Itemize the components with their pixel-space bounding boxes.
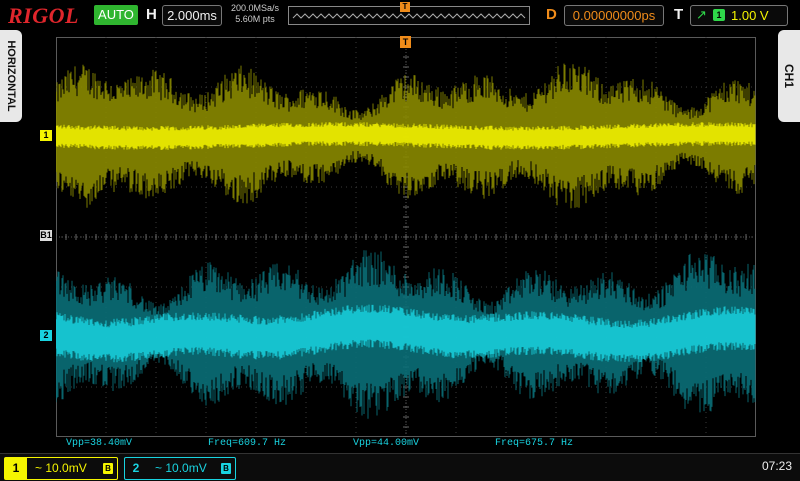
waveform-display[interactable]: [56, 37, 756, 437]
memory-trigger-marker: T: [400, 2, 410, 12]
ch1-number: 1: [5, 458, 27, 479]
bus1-marker[interactable]: B1: [40, 230, 52, 241]
ch2-waveform: [56, 250, 756, 419]
horizontal-tab-label: HORIZONTAL: [5, 40, 17, 112]
trigger-level: 1.00 V: [731, 8, 769, 23]
top-status-bar: RIGOL AUTO H 2.000ms 200.0MSa/s 5.60M pt…: [0, 0, 800, 30]
run-status-badge[interactable]: AUTO: [94, 5, 138, 25]
ch1-offset-marker[interactable]: 1: [40, 130, 52, 141]
trigger-position-marker[interactable]: T: [400, 36, 411, 48]
trigger-label: T: [674, 6, 684, 23]
measurement-ch1-freq: Freq=609.7 Hz: [208, 438, 287, 449]
bottom-status-bar: 1 ~ 10.0mV B 2 ~ 10.0mV B 07:23: [0, 453, 800, 481]
ch1-scale: ~ 10.0mV: [35, 461, 87, 475]
timebase-value[interactable]: 2.000ms: [162, 5, 222, 26]
measurement-ch2-vpp: Vpp=44.00mV: [353, 438, 420, 449]
ch1-tab-label: CH1: [782, 63, 796, 89]
ch1-menu-tab[interactable]: CH1: [778, 30, 800, 122]
system-clock: 07:23: [761, 459, 792, 473]
brand-logo: RIGOL: [8, 3, 79, 28]
ch1-waveform: [56, 63, 756, 209]
delay-value[interactable]: 0.00000000ps: [564, 5, 664, 26]
trigger-settings[interactable]: ↗ 1 1.00 V: [690, 5, 788, 26]
ch2-scale: ~ 10.0mV: [155, 461, 207, 475]
horizontal-menu-tab[interactable]: HORIZONTAL: [0, 30, 22, 122]
ch2-bandwidth-limit-icon: B: [221, 463, 231, 474]
sample-rate: 200.0MSa/s: [230, 3, 280, 13]
delay-label: D: [546, 6, 557, 23]
horizontal-label: H: [146, 6, 157, 23]
measurement-ch1-vpp: Vpp=38.40mV: [66, 438, 133, 449]
trigger-source: 1: [713, 9, 725, 21]
rising-edge-icon: ↗: [696, 7, 707, 22]
waveforms: [56, 63, 756, 419]
ch1-scale-box[interactable]: 1 ~ 10.0mV B: [4, 457, 118, 480]
measurement-ch2-freq: Freq=675.7 Hz: [495, 438, 574, 449]
ch2-scale-box[interactable]: 2 ~ 10.0mV B: [124, 457, 236, 480]
acquisition-info: 200.0MSa/s 5.60M pts: [226, 3, 284, 25]
ch1-bandwidth-limit-icon: B: [103, 463, 113, 474]
ch2-offset-marker[interactable]: 2: [40, 330, 52, 341]
memory-depth: 5.60M pts: [235, 14, 275, 24]
ch2-number: 2: [132, 461, 140, 475]
